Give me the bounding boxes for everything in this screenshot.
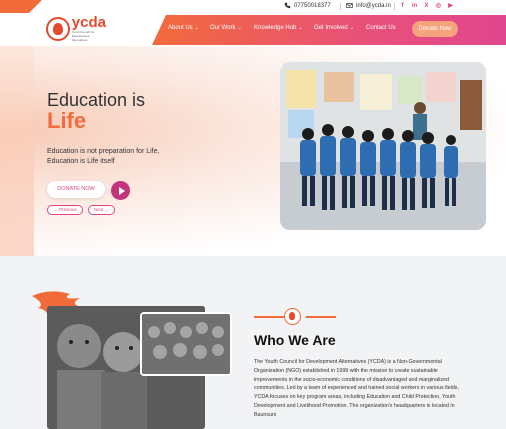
chevron-down-icon: ⌄	[298, 25, 303, 31]
email-contact[interactable]: info@ycda.in	[346, 2, 391, 9]
about-photo-group	[140, 312, 232, 376]
nav-item-get-involved[interactable]: Get Involved ⌄	[314, 25, 354, 31]
phone-contact[interactable]: 07750018377	[284, 2, 331, 9]
hero-subtitle: Education is not preparation for Life, E…	[47, 148, 160, 165]
nav-label: About Us	[168, 25, 193, 31]
hero-title-line2: Life	[47, 108, 87, 133]
slider-next-button[interactable]: Next →	[88, 205, 115, 215]
classroom-illustration	[280, 62, 486, 230]
nav-item-about-us[interactable]: About Us ⌄	[168, 25, 199, 31]
logo-wordmark: ycda	[71, 14, 106, 31]
phone-icon	[284, 2, 291, 9]
about-paragraph: The Youth Council for Development Altern…	[254, 359, 459, 418]
facebook-icon[interactable]: f	[399, 2, 406, 10]
social-links: f in X ◎ ▶	[399, 2, 454, 10]
nav-label: Contact Us	[366, 25, 396, 31]
ycda-emblem-icon	[284, 308, 301, 325]
contact-divider	[340, 3, 341, 10]
chevron-down-icon: ⌄	[349, 25, 354, 31]
instagram-icon[interactable]: ◎	[435, 2, 442, 10]
section-divider-left	[254, 316, 284, 318]
logo-tagline: Youth Council for Development Alternativ…	[71, 30, 95, 42]
mail-icon	[346, 3, 353, 8]
nav-label: Knowledge Hub	[254, 25, 297, 31]
logo-mark-icon	[46, 17, 70, 41]
hero-photo-classroom	[280, 62, 486, 230]
group-photo-graphic	[142, 314, 230, 374]
nav-label: Our Work	[210, 25, 236, 31]
x-icon[interactable]: X	[423, 2, 430, 10]
about-heading: Who We Are	[254, 332, 336, 348]
nav-item-contact-us[interactable]: Contact Us	[366, 25, 396, 31]
nav-item-knowledge-hub[interactable]: Knowledge Hub ⌄	[254, 25, 303, 31]
nav-item-our-work[interactable]: Our Work ⌄	[210, 25, 242, 31]
slider-previous-button[interactable]: ← Previous	[47, 205, 83, 215]
chevron-down-icon: ⌄	[194, 25, 199, 31]
phone-number: 07750018377	[294, 2, 331, 9]
hero-donate-button[interactable]: DONATE NOW	[47, 181, 105, 198]
contact-divider	[394, 3, 395, 10]
linkedin-icon[interactable]: in	[411, 2, 418, 10]
hero-accent-band	[0, 46, 34, 256]
site-logo[interactable]: ycda Youth Council for Development Alter…	[46, 14, 106, 42]
chevron-down-icon: ⌄	[237, 25, 242, 31]
section-divider-right	[306, 316, 336, 318]
play-video-icon[interactable]	[111, 181, 130, 200]
youtube-icon[interactable]: ▶	[447, 2, 454, 10]
email-address: info@ycda.in	[356, 2, 391, 9]
nav-label: Get Involved	[314, 25, 348, 31]
donate-now-button[interactable]: Donate Now	[412, 21, 458, 37]
